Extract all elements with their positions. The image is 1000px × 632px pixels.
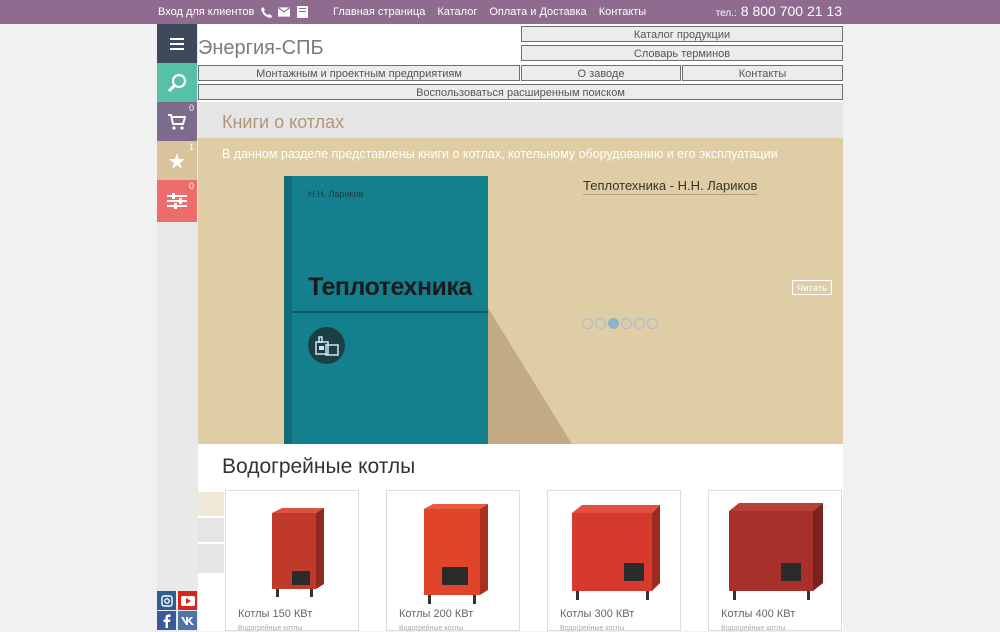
faded-tile bbox=[198, 544, 224, 573]
current-book-title[interactable]: Теплотехника - Н.Н. Лариков bbox=[583, 178, 758, 195]
favorites-badge: 1 bbox=[188, 142, 194, 152]
product-name: Котлы 150 КВт bbox=[238, 608, 313, 620]
boiler-image bbox=[572, 505, 660, 600]
contacts-button[interactable]: Контакты bbox=[682, 65, 843, 81]
phone-number[interactable]: 8 800 700 21 13 bbox=[741, 3, 842, 19]
slider-dot[interactable] bbox=[595, 318, 606, 329]
login-link[interactable]: Вход для клиентов bbox=[158, 6, 254, 18]
youtube-icon[interactable] bbox=[178, 591, 197, 610]
cart-button[interactable]: 0 bbox=[157, 102, 197, 141]
mail-icon[interactable] bbox=[278, 7, 291, 18]
book-cover[interactable]: Н.Н. Лариков Теплотехника bbox=[284, 176, 488, 444]
star-icon bbox=[169, 152, 185, 169]
product-name: Котлы 200 КВт bbox=[399, 608, 474, 620]
search-button[interactable] bbox=[157, 63, 197, 102]
product-card-300[interactable]: Котлы 300 КВт Водогрейные котлы bbox=[547, 490, 681, 632]
slider-dot[interactable] bbox=[634, 318, 645, 329]
sliders-icon bbox=[167, 193, 187, 209]
glossary-button[interactable]: Словарь терминов bbox=[521, 45, 843, 61]
boiler-image bbox=[729, 503, 823, 600]
favorites-button[interactable]: 1 bbox=[157, 141, 197, 180]
faded-tile bbox=[198, 492, 224, 516]
menu-icon bbox=[170, 37, 184, 50]
phone-icon[interactable] bbox=[260, 6, 272, 18]
top-nav: Главная страница Каталог Оплата и Достав… bbox=[333, 6, 646, 18]
product-name: Котлы 400 КВт bbox=[721, 608, 796, 620]
top-bar: Вход для клиентов Главная страница Катал… bbox=[0, 0, 1000, 24]
installers-button[interactable]: Монтажным и проектным предприятиям bbox=[198, 65, 520, 81]
vk-icon[interactable] bbox=[178, 611, 197, 630]
books-section-title: Книги о котлах bbox=[222, 112, 345, 132]
boiler-emblem-icon bbox=[308, 327, 345, 364]
cart-badge: 0 bbox=[188, 103, 194, 113]
catalog-button[interactable]: Каталог продукции bbox=[521, 26, 843, 42]
compare-button[interactable]: 0 bbox=[157, 180, 197, 222]
slider-dot[interactable] bbox=[582, 318, 593, 329]
slider-dot[interactable] bbox=[621, 318, 632, 329]
nav-catalog[interactable]: Каталог bbox=[437, 6, 477, 18]
products-section-title: Водогрейные котлы bbox=[222, 455, 416, 478]
phone-block: тел.: 8 800 700 21 13 bbox=[716, 3, 842, 19]
book-icon[interactable] bbox=[296, 6, 308, 18]
compare-badge: 0 bbox=[188, 181, 194, 191]
menu-button[interactable] bbox=[157, 24, 197, 63]
product-card-200[interactable]: Котлы 200 КВт Водогрейные котлы bbox=[386, 490, 520, 632]
books-slider: В данном разделе представлены книги о ко… bbox=[198, 138, 843, 444]
faded-tile bbox=[198, 518, 224, 542]
product-name: Котлы 300 КВт bbox=[560, 608, 635, 620]
read-button[interactable]: Читать bbox=[792, 280, 832, 295]
slider-dot[interactable] bbox=[647, 318, 658, 329]
login-area: Вход для клиентов bbox=[158, 6, 308, 18]
facebook-icon[interactable] bbox=[157, 611, 176, 630]
nav-contacts[interactable]: Контакты bbox=[599, 6, 647, 18]
nav-home[interactable]: Главная страница bbox=[333, 6, 425, 18]
book-spine bbox=[284, 176, 292, 444]
advanced-search-button[interactable]: Воспользоваться расширенным поиском bbox=[198, 84, 843, 100]
book-cover-author: Н.Н. Лариков bbox=[308, 189, 364, 199]
site-title[interactable]: Энергия-СПБ bbox=[198, 37, 324, 60]
product-card-400[interactable]: Котлы 400 КВт Водогрейные котлы bbox=[708, 490, 842, 632]
book-cover-title: Теплотехника bbox=[308, 273, 472, 301]
phone-prefix: тел.: bbox=[715, 8, 737, 19]
nav-payment-delivery[interactable]: Оплата и Доставка bbox=[489, 6, 586, 18]
instagram-icon[interactable] bbox=[157, 591, 176, 610]
book-cover-band bbox=[284, 311, 488, 313]
boiler-image bbox=[272, 508, 324, 597]
search-icon bbox=[167, 73, 187, 92]
about-button[interactable]: О заводе bbox=[521, 65, 681, 81]
slider-dots bbox=[582, 318, 658, 329]
product-card-150[interactable]: Котлы 150 КВт Водогрейные котлы bbox=[225, 490, 359, 632]
boiler-image bbox=[424, 504, 488, 604]
cart-icon bbox=[168, 113, 186, 130]
slider-dot-active[interactable] bbox=[608, 318, 619, 329]
